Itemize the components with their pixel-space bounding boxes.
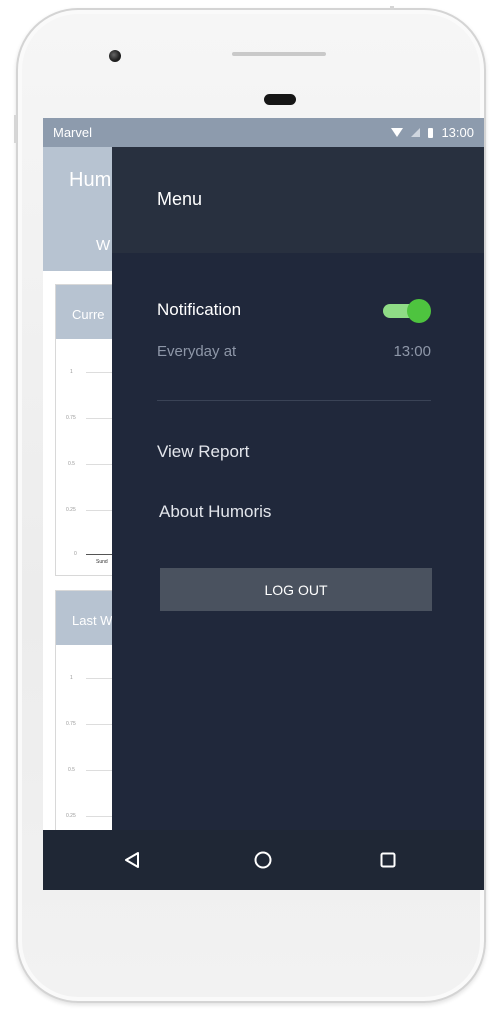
wifi-icon xyxy=(391,128,404,137)
y-tick: 0.5 xyxy=(68,767,75,773)
x-tick: Sund xyxy=(96,559,108,565)
home-button[interactable] xyxy=(228,830,298,890)
y-tick: 0.75 xyxy=(66,415,76,421)
volume-button xyxy=(14,115,17,143)
notification-label: Notification xyxy=(157,300,242,319)
status-time: 13:00 xyxy=(441,125,474,140)
device-screen: Marvel 13:00 Hum W Curre 1 0.75 0.5 0.25… xyxy=(43,118,484,890)
menu-item-about[interactable]: About Humoris xyxy=(159,502,271,522)
status-icons: 13:00 xyxy=(391,125,474,140)
y-tick: 0 xyxy=(74,551,77,557)
drawer-header: Menu xyxy=(112,147,484,253)
y-tick: 1 xyxy=(70,369,73,375)
app-title: Hum xyxy=(69,169,112,191)
battery-icon xyxy=(428,127,434,138)
home-icon xyxy=(254,851,272,869)
carrier-label: Marvel xyxy=(53,125,93,140)
drawer-title: Menu xyxy=(157,189,203,209)
toggle-knob xyxy=(407,299,431,323)
front-camera xyxy=(109,50,121,62)
divider xyxy=(157,400,431,401)
recents-icon xyxy=(380,852,396,868)
recents-button[interactable] xyxy=(353,830,423,890)
status-bar: Marvel 13:00 xyxy=(43,118,484,147)
earpiece xyxy=(264,94,296,105)
y-tick: 0.25 xyxy=(66,813,76,819)
menu-item-view-report[interactable]: View Report xyxy=(157,442,249,462)
back-icon xyxy=(125,852,139,868)
y-tick: 0.25 xyxy=(66,507,76,513)
y-tick: 0.75 xyxy=(66,721,76,727)
y-tick: 1 xyxy=(70,675,73,681)
notification-toggle[interactable] xyxy=(383,299,431,323)
schedule-label: Everyday at xyxy=(157,343,237,360)
power-button xyxy=(390,6,394,10)
logout-button[interactable]: LOG OUT xyxy=(160,568,432,611)
speaker-grille xyxy=(232,52,326,56)
navigation-drawer: Menu Notification Everyday at 13:00 View… xyxy=(112,147,484,859)
back-button[interactable] xyxy=(97,830,167,890)
schedule-time[interactable]: 13:00 xyxy=(393,343,431,360)
app-tab: W xyxy=(96,237,111,254)
y-tick: 0.5 xyxy=(68,461,75,467)
system-nav-bar xyxy=(43,830,484,890)
signal-icon xyxy=(411,128,421,137)
